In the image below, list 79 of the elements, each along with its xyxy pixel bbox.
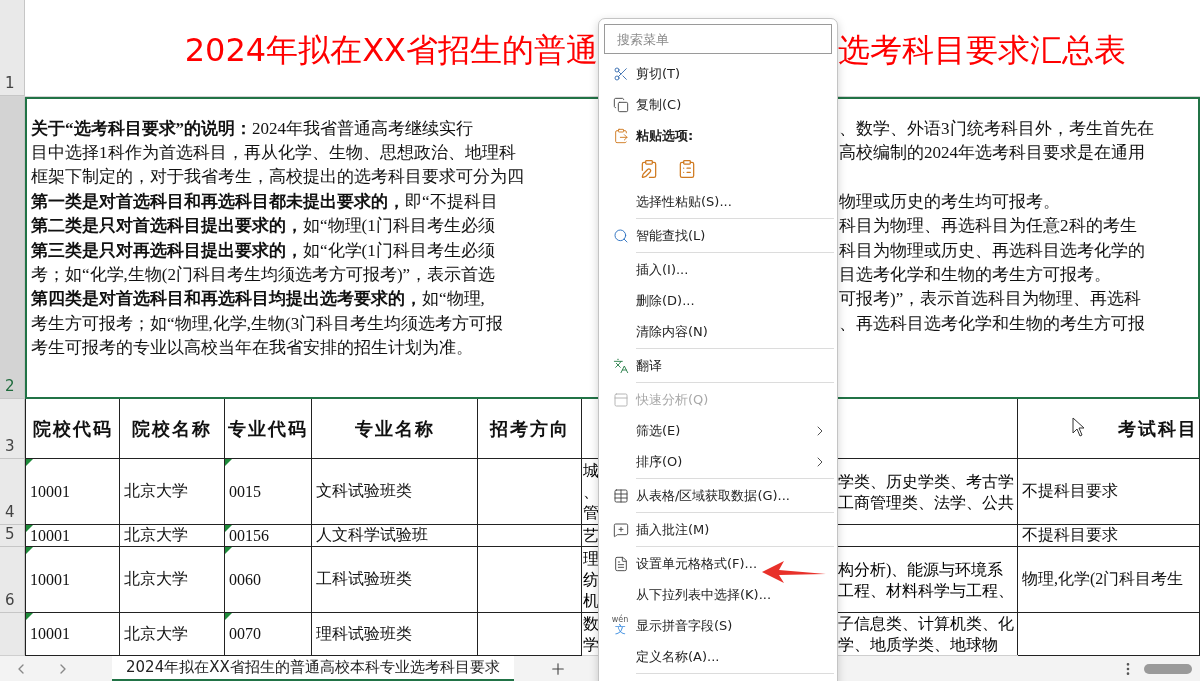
table-cell: 0060 xyxy=(225,547,312,613)
sheet-tab[interactable]: 2024年拟在XX省招生的普通高校本科专业选考科目要求 xyxy=(112,656,514,681)
scissors-icon xyxy=(613,65,629,82)
table-cell: 工科试验班类 xyxy=(312,547,478,613)
cursor-icon xyxy=(1072,417,1086,437)
description-text: 考；如“化学,生物(2门科目考生均须选考方可报考)”，表示首选 xyxy=(31,264,497,287)
table-cell: 10001 xyxy=(25,459,120,525)
description-text: 科目为物理或历史、再选科目选考化学的 xyxy=(839,239,1146,262)
menu-item[interactable]: 定义名称(A)... xyxy=(602,641,834,672)
description-text: 第三类是只对再选科目提出要求的，如“化学(1门科目考生必须 xyxy=(31,239,496,262)
menu-item[interactable]: 智能查找(L) xyxy=(602,220,834,251)
description-text: 、数学、外语3门统考科目外，考生首先在 xyxy=(839,117,1155,140)
menu-item[interactable]: 删除(D)... xyxy=(602,285,834,316)
table-cell: 北京大学 xyxy=(120,547,225,613)
menu-item[interactable]: 插入批注(M) xyxy=(602,514,834,545)
description-text: 科目为物理、再选科目为任意2科的考生 xyxy=(839,215,1138,238)
description-text: 物理或历史的考生均可报考。 xyxy=(839,190,1061,213)
table-cell: 0015 xyxy=(225,459,312,525)
description-text: 考生可报考的专业以高校当年在我省安排的招生计划为准。 xyxy=(31,337,474,360)
row-header[interactable]: 1 xyxy=(0,0,25,96)
menu-item[interactable]: 粘贴选项: xyxy=(602,120,834,151)
column-header: 招考方向 xyxy=(478,399,582,459)
description-text: 第二类是只对首选科目提出要求的，如“物理(1门科目考生必须 xyxy=(31,215,496,238)
description-text: 第四类是对首选科目和再选科目均提出选考要求的，如“物理, xyxy=(31,288,486,311)
chart-icon xyxy=(613,391,629,408)
clipboard-icon xyxy=(613,127,629,144)
menu-item[interactable]: 复制(C) xyxy=(602,89,834,120)
column-header: 专业代码 xyxy=(225,399,312,459)
table-cell: 不提科目要求 xyxy=(1018,525,1200,547)
search-field[interactable]: 搜索菜单 xyxy=(604,24,832,54)
table-cell: 北京大学 xyxy=(120,525,225,547)
menu-item[interactable]: 筛选(E) xyxy=(602,415,834,446)
description-text: 可报考)”，表示首选科目为物理、再选科 xyxy=(839,288,1143,311)
column-header: 院校名称 xyxy=(120,399,225,459)
copy-icon xyxy=(613,96,629,113)
table-cell: 北京大学 xyxy=(120,459,225,525)
menu-item[interactable]: 清除内容(N) xyxy=(602,316,834,347)
column-header: 专业名称 xyxy=(312,399,478,459)
description-text: 关于“选考科目要求”的说明：2024年我省普通高考继续实行 xyxy=(31,117,474,140)
menu-item[interactable]: 从下拉列表中选择(K)... xyxy=(602,579,834,610)
sheet-title: 2024年拟在XX省招生的普通 xyxy=(183,30,598,71)
menu-item[interactable]: 排序(O) xyxy=(602,446,834,477)
sheet-title: 选考科目要求汇总表 xyxy=(838,30,1127,71)
document-icon xyxy=(613,555,629,572)
table-cell: 10001 xyxy=(25,525,120,547)
horizontal-scrollbar[interactable] xyxy=(1144,663,1192,674)
search-icon xyxy=(613,227,629,244)
description-text: 框架下制定的，对于我省考生，高校提出的选考科目要求可分为四 xyxy=(31,166,525,189)
description-text: 高校编制的2024年选考科目要求是在通用 xyxy=(839,142,1146,165)
menu-item[interactable]: 插入(I)... xyxy=(602,254,834,285)
description-text: 第一类是对首选科目和再选科目都未提出要求的，即“不提科目 xyxy=(31,190,499,213)
table-cell: 10001 xyxy=(25,547,120,613)
table-cell: 00156 xyxy=(225,525,312,547)
table-cell: 物理,化学(2门科目考生 xyxy=(1018,547,1200,613)
table-cell: 人文科学试验班 xyxy=(312,525,478,547)
comment-icon xyxy=(613,521,629,538)
paste-values-icon[interactable] xyxy=(677,158,697,179)
row-header[interactable]: 5 xyxy=(0,525,25,547)
menu-item[interactable]: 剪切(T) xyxy=(602,58,834,89)
translate-icon xyxy=(613,357,629,374)
description-text: 考生方可报考；如“物理,化学,生物(3门科目考生均须选考方可报 xyxy=(31,312,505,335)
row-header[interactable]: 2 xyxy=(0,97,25,399)
description-text: 目选考化学和生物的考生方可报考。 xyxy=(839,264,1112,287)
table-cell: 不提科目要求 xyxy=(1018,459,1200,525)
table-icon xyxy=(613,487,629,504)
table-cell: 文科试验班类 xyxy=(312,459,478,525)
description-text: 目中选择1科作为首选科目，再从化学、生物、思想政治、地理科 xyxy=(31,142,517,165)
menu-item[interactable]: 翻译 xyxy=(602,350,834,381)
description-text: 、再选科目选考化学和生物的考生方可报 xyxy=(839,312,1146,335)
row-header[interactable]: 6 xyxy=(0,547,25,613)
column-header: 院校代码 xyxy=(25,399,120,459)
row-header[interactable]: 3 xyxy=(0,399,25,459)
menu-item[interactable]: 选择性粘贴(S)... xyxy=(602,186,834,217)
pinyin-icon: wén 文 xyxy=(610,616,630,635)
menu-item[interactable]: 设置单元格格式(F)... xyxy=(602,548,834,579)
row-header[interactable]: 4 xyxy=(0,459,25,525)
row-header[interactable] xyxy=(0,613,25,656)
menu-item[interactable]: 从表格/区域获取数据(G)... xyxy=(602,480,834,511)
paste-icon[interactable] xyxy=(639,158,659,179)
